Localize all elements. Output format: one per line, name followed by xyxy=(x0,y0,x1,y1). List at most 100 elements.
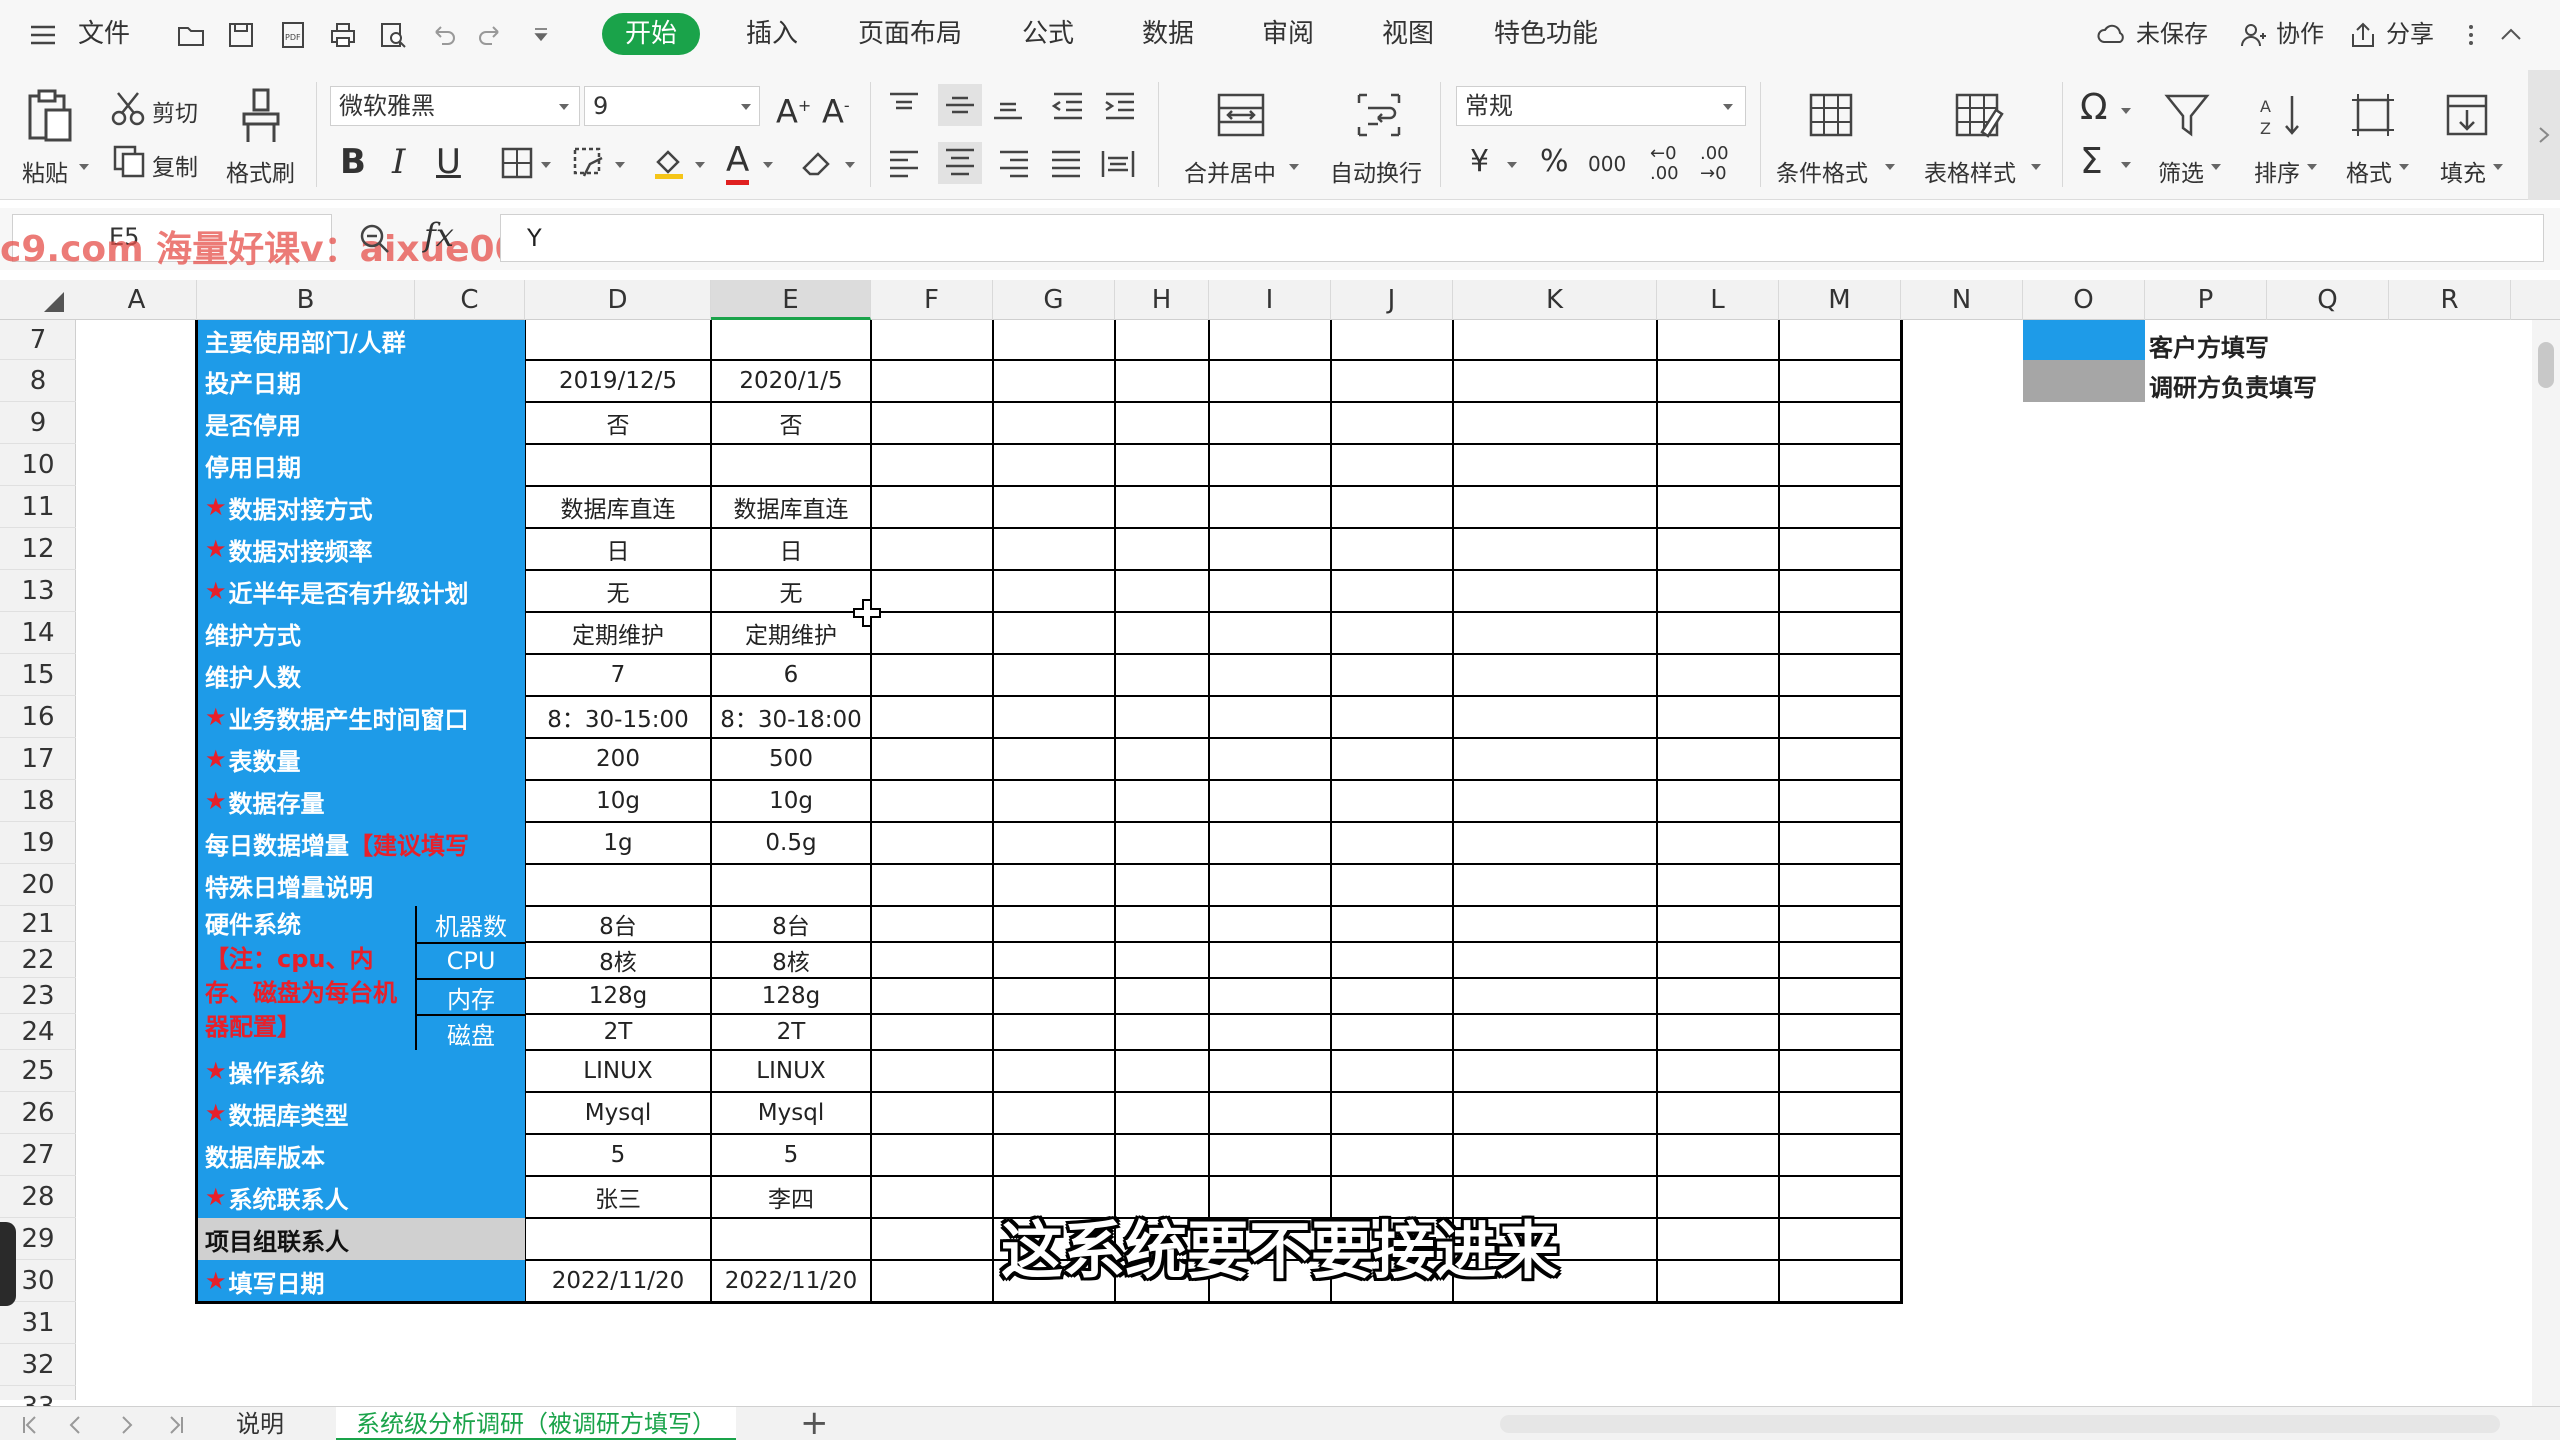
row-header[interactable]: 16 xyxy=(0,696,76,738)
cell-d[interactable] xyxy=(525,864,711,906)
chevron-down-icon[interactable] xyxy=(2120,106,2132,116)
cell-d[interactable]: 无 xyxy=(525,570,711,612)
column-header-d[interactable]: D xyxy=(525,280,711,320)
row-header[interactable]: 18 xyxy=(0,780,76,822)
chevron-down-icon[interactable] xyxy=(1288,162,1300,172)
save-icon[interactable] xyxy=(226,20,256,50)
chevron-down-icon[interactable] xyxy=(1884,162,1896,172)
underline-icon[interactable]: U xyxy=(436,142,461,182)
cell-e[interactable]: 8台 xyxy=(711,906,871,942)
conditional-format-icon[interactable] xyxy=(1808,92,1854,138)
cloud-unsaved-icon[interactable] xyxy=(2096,20,2126,50)
paste-button[interactable]: 粘贴 xyxy=(22,154,68,188)
align-middle-icon[interactable] xyxy=(938,84,982,126)
cell-e[interactable]: 6 xyxy=(711,654,871,696)
tab-insert[interactable]: 插入 xyxy=(746,16,798,52)
fill-button[interactable]: 填充 xyxy=(2440,154,2486,188)
field-label[interactable]: ★ 数据对接频率 xyxy=(197,528,525,570)
prev-sheet-icon[interactable] xyxy=(66,1415,86,1435)
cell-e[interactable] xyxy=(711,444,871,486)
merge-center-icon[interactable] xyxy=(1216,92,1266,138)
chevron-down-icon[interactable] xyxy=(2030,162,2042,172)
format-cells-icon[interactable] xyxy=(2350,92,2396,138)
cell-d[interactable]: 5 xyxy=(525,1134,711,1176)
column-header-k[interactable]: K xyxy=(1453,280,1657,320)
conditional-format-button[interactable]: 条件格式 xyxy=(1776,154,1868,188)
currency-icon[interactable]: ¥ xyxy=(1470,142,1489,182)
distributed-align-icon[interactable] xyxy=(1100,148,1136,180)
field-label[interactable]: 特殊日增量说明 xyxy=(197,864,525,906)
row-header[interactable]: 13 xyxy=(0,570,76,612)
chevron-down-icon[interactable] xyxy=(558,102,570,112)
collaborate-icon[interactable] xyxy=(2238,20,2268,50)
cell-e[interactable]: 无 xyxy=(711,570,871,612)
borders-icon[interactable] xyxy=(500,146,534,180)
cell-e[interactable]: 128g xyxy=(711,978,871,1014)
decrease-decimal-icon[interactable]: .00 →0 xyxy=(1700,144,1729,184)
cell-e[interactable]: LINUX xyxy=(711,1050,871,1092)
hardware-sublabel[interactable]: 机器数 xyxy=(417,906,525,942)
last-sheet-icon[interactable] xyxy=(166,1415,186,1435)
cell-d[interactable]: 1g xyxy=(525,822,711,864)
font-color-icon[interactable]: A xyxy=(726,140,750,185)
cell-e[interactable]: 数据库直连 xyxy=(711,486,871,528)
cell-d[interactable]: LINUX xyxy=(525,1050,711,1092)
scrollbar-thumb[interactable] xyxy=(2538,342,2554,388)
tab-formulas[interactable]: 公式 xyxy=(1022,16,1074,52)
tab-special-features[interactable]: 特色功能 xyxy=(1494,16,1598,52)
horizontal-scrollbar[interactable] xyxy=(1500,1415,2500,1433)
tab-data[interactable]: 数据 xyxy=(1142,16,1194,52)
cell-e[interactable]: 定期维护 xyxy=(711,612,871,654)
fill-down-icon[interactable] xyxy=(2444,92,2490,138)
row-header[interactable]: 31 xyxy=(0,1302,76,1344)
table-style-icon[interactable] xyxy=(1954,92,2004,138)
print-preview-icon[interactable] xyxy=(378,20,408,50)
row-header[interactable]: 26 xyxy=(0,1092,76,1134)
cell-e[interactable] xyxy=(711,864,871,906)
cell-e[interactable] xyxy=(711,320,871,360)
column-header-n[interactable]: N xyxy=(1901,280,2023,320)
cell-e[interactable]: 5 xyxy=(711,1134,871,1176)
row-header[interactable]: 27 xyxy=(0,1134,76,1176)
paste-dropdown-icon[interactable] xyxy=(78,162,90,172)
share-button[interactable]: 分享 xyxy=(2386,16,2434,52)
row-header[interactable]: 7 xyxy=(0,320,76,360)
first-sheet-icon[interactable] xyxy=(20,1415,40,1435)
column-header-c[interactable]: C xyxy=(415,280,525,320)
column-header-j[interactable]: J xyxy=(1331,280,1453,320)
cell-d[interactable]: 否 xyxy=(525,402,711,444)
autosum-icon[interactable]: Σ xyxy=(2080,142,2103,182)
increase-indent-icon[interactable] xyxy=(1102,90,1138,122)
redo-icon[interactable] xyxy=(476,20,506,50)
row-header[interactable]: 19 xyxy=(0,822,76,864)
cell-d[interactable]: 数据库直连 xyxy=(525,486,711,528)
cell-d[interactable] xyxy=(525,444,711,486)
cell-d[interactable]: Mysql xyxy=(525,1092,711,1134)
column-header-q[interactable]: Q xyxy=(2267,280,2389,320)
align-left-icon[interactable] xyxy=(886,148,922,180)
row-header[interactable]: 25 xyxy=(0,1050,76,1092)
sort-button[interactable]: 排序 xyxy=(2254,154,2300,188)
row-header[interactable]: 32 xyxy=(0,1344,76,1386)
font-name-select[interactable]: 微软雅黑 xyxy=(330,86,580,126)
thousands-separator-icon[interactable]: 000 xyxy=(1588,144,1626,184)
export-pdf-icon[interactable]: PDF xyxy=(278,20,308,50)
format-painter-icon[interactable] xyxy=(238,88,284,144)
cell-d[interactable] xyxy=(525,320,711,360)
decrease-indent-icon[interactable] xyxy=(1050,90,1086,122)
field-label[interactable]: ★ 业务数据产生时间窗口 xyxy=(197,696,525,738)
align-center-icon[interactable] xyxy=(938,142,982,184)
tab-view[interactable]: 视图 xyxy=(1382,16,1434,52)
chevron-down-icon[interactable] xyxy=(2398,162,2410,172)
row-header[interactable]: 14 xyxy=(0,612,76,654)
table-style-button[interactable]: 表格样式 xyxy=(1924,154,2016,188)
chevron-down-icon[interactable] xyxy=(694,160,706,170)
cell-e[interactable]: Mysql xyxy=(711,1092,871,1134)
justify-icon[interactable] xyxy=(1048,148,1084,180)
column-header-f[interactable]: F xyxy=(871,280,993,320)
print-icon[interactable] xyxy=(328,20,358,50)
column-header-p[interactable]: P xyxy=(2145,280,2267,320)
field-label[interactable]: ★ 数据对接方式 xyxy=(197,486,525,528)
filter-icon[interactable] xyxy=(2164,92,2210,138)
formula-input[interactable]: Y xyxy=(500,214,2544,262)
